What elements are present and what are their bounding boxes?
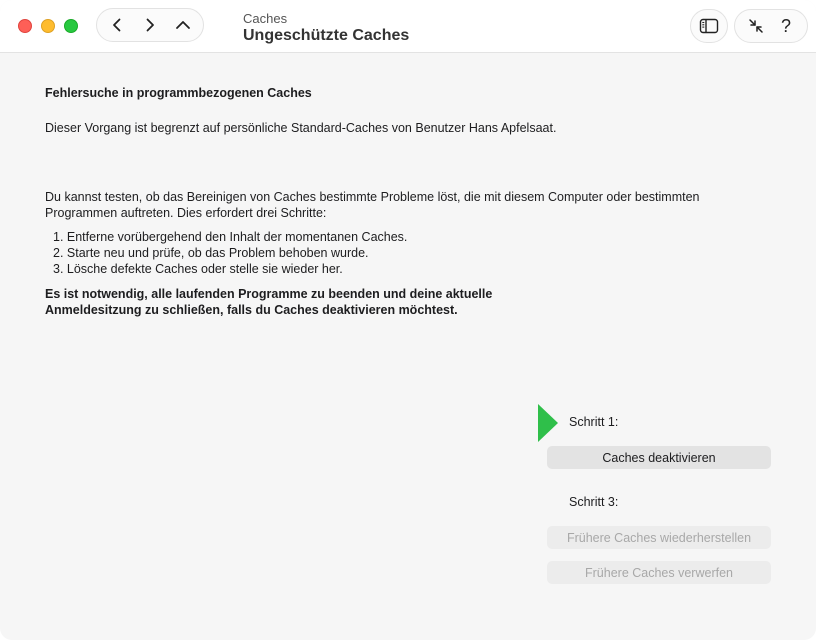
steps-list: 1. Entferne vorübergehend den Inhalt der… bbox=[53, 229, 407, 277]
app-window: Caches Ungeschützte Caches ? Fehlersuche… bbox=[0, 0, 816, 640]
close-window-button[interactable] bbox=[18, 19, 32, 33]
sidebar-toggle-button[interactable] bbox=[690, 9, 728, 43]
step3-label: Schritt 3: bbox=[569, 495, 619, 509]
forward-button[interactable] bbox=[135, 10, 165, 40]
titlebar: Caches Ungeschützte Caches ? bbox=[0, 0, 816, 53]
back-button[interactable] bbox=[102, 10, 132, 40]
list-item: 2. Starte neu und prüfe, ob das Problem … bbox=[53, 246, 369, 260]
list-item: 1. Entferne vorübergehend den Inhalt der… bbox=[53, 230, 408, 244]
step1-label: Schritt 1: bbox=[569, 415, 619, 429]
warning-text: Es ist notwendig, alle laufenden Program… bbox=[45, 287, 493, 317]
minimize-window-button[interactable] bbox=[41, 19, 55, 33]
section-heading: Fehlersuche in programmbezogenen Caches bbox=[45, 86, 312, 100]
current-step-arrow-icon bbox=[538, 404, 558, 442]
chevron-up-icon bbox=[175, 21, 190, 29]
restore-caches-button[interactable]: Frühere Caches wiederherstellen bbox=[547, 526, 771, 549]
list-item: 3. Lösche defekte Caches oder stelle sie… bbox=[53, 262, 343, 276]
deactivate-caches-button[interactable]: Caches deaktivieren bbox=[547, 446, 771, 469]
help-icon: ? bbox=[780, 16, 791, 36]
collapse-button[interactable] bbox=[742, 12, 770, 40]
toolbar-right-group: ? bbox=[734, 9, 808, 43]
maximize-window-button[interactable] bbox=[64, 19, 78, 33]
collapse-arrows-icon bbox=[749, 19, 763, 33]
sidebar-icon bbox=[699, 18, 719, 34]
up-button[interactable] bbox=[168, 10, 198, 40]
limit-description: Dieser Vorgang ist begrenzt auf persönli… bbox=[45, 121, 557, 135]
discard-caches-button[interactable]: Frühere Caches verwerfen bbox=[547, 561, 771, 584]
chevron-right-icon bbox=[146, 18, 154, 32]
window-subtitle: Caches bbox=[243, 11, 288, 26]
chevron-left-icon bbox=[113, 18, 121, 32]
help-button[interactable]: ? bbox=[772, 12, 800, 40]
navigation-group bbox=[96, 8, 204, 42]
intro-text: Du kannst testen, ob das Bereinigen von … bbox=[45, 190, 700, 220]
window-title: Ungeschützte Caches bbox=[243, 27, 410, 44]
